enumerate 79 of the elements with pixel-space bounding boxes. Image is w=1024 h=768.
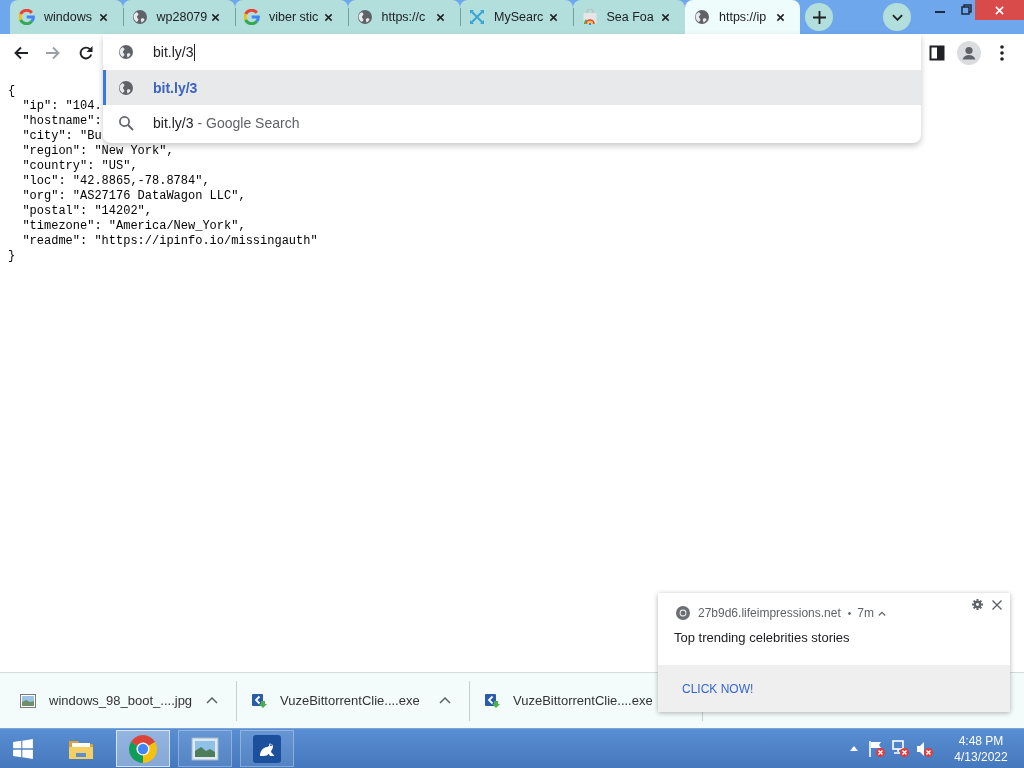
plus-icon [812, 10, 826, 24]
close-icon [995, 5, 1004, 15]
tab[interactable]: viber stic [235, 0, 348, 34]
back-icon[interactable] [13, 44, 29, 61]
caret-up-icon[interactable] [850, 746, 858, 751]
taskbar-button[interactable] [178, 730, 232, 767]
landscape-photo-icon [191, 734, 219, 763]
forward-icon[interactable] [45, 44, 61, 61]
side-panel-icon[interactable] [929, 44, 945, 61]
letter-g-icon [19, 9, 35, 25]
notification-message: Top trending celebrities stories [674, 630, 850, 646]
json-line: "readme": "https://ipinfo.io/missingauth" [22, 234, 318, 249]
close-icon[interactable] [548, 12, 558, 22]
json-line: "timezone": "America/New_York", [22, 219, 246, 234]
reload-icon[interactable] [78, 44, 94, 61]
caret-up-icon[interactable] [877, 610, 886, 616]
letter-g-icon [244, 9, 260, 25]
close-window-button[interactable] [975, 0, 1024, 20]
json-line: "postal": "14202", [22, 204, 152, 219]
restore-icon[interactable] [961, 4, 972, 15]
caret-up-icon[interactable] [206, 697, 218, 704]
json-line: "ip": "104. [22, 99, 102, 114]
globe-icon [356, 9, 373, 25]
crossed-arrows-icon [469, 9, 485, 25]
tab[interactable]: https://ip [685, 0, 800, 34]
search-icon [118, 114, 134, 131]
bag-icon [581, 9, 598, 25]
json-line: "hostname": [22, 114, 102, 129]
tab[interactable]: Sea Foa [572, 0, 685, 34]
caret-up-icon[interactable] [439, 697, 451, 704]
image-file-icon [20, 692, 36, 709]
window-panes-icon [12, 737, 34, 760]
notification-origin: 27b9d6.lifeimpressions.net [698, 606, 841, 620]
globe-icon [118, 79, 134, 96]
clock-date[interactable]: 4/13/2022 [954, 748, 1008, 765]
close-icon[interactable] [98, 12, 108, 22]
suggestion-item[interactable]: bit.ly/3 - Google Search [103, 105, 921, 140]
globe-icon [694, 9, 710, 25]
json-line: "org": "AS27176 DataWagon LLC", [22, 189, 246, 204]
close-icon[interactable] [436, 12, 445, 22]
json-line: { [8, 84, 16, 99]
chevron-down-icon [891, 13, 903, 21]
more-menu-icon[interactable] [1000, 44, 1004, 61]
avatar-icon[interactable] [957, 40, 981, 65]
taskbar-button[interactable] [116, 730, 170, 767]
settings-icon[interactable] [972, 599, 983, 610]
json-line: "city": "Bu [22, 129, 102, 144]
tab[interactable]: windows [10, 0, 123, 34]
json-line: "loc": "42.8865,-78.8784", [22, 174, 210, 189]
globe-icon [131, 9, 148, 25]
color-wheel-icon [129, 734, 157, 763]
tab[interactable]: wp28079 [122, 0, 235, 34]
json-line: "region": "New York", [22, 144, 174, 159]
bullet-separator: • [847, 607, 852, 619]
close-icon[interactable] [323, 12, 333, 22]
tab[interactable]: MySearc [460, 0, 573, 34]
json-line: } [8, 249, 16, 264]
download-item[interactable]: windows_98_boot_....jpg [0, 680, 237, 721]
close-icon[interactable] [776, 12, 785, 22]
close-icon[interactable] [992, 599, 1002, 610]
network-icon[interactable] [892, 739, 910, 758]
installer-icon [251, 692, 267, 709]
new-tab-button[interactable] [805, 3, 833, 31]
flag-icon[interactable] [868, 739, 886, 758]
globe-icon [118, 44, 134, 60]
tab-search-button[interactable] [883, 3, 911, 31]
tab[interactable]: https://c [347, 0, 460, 34]
suggestion-item[interactable]: bit.ly/3 [103, 70, 921, 105]
download-item[interactable]: VuzeBittorrentClie....exe [237, 680, 470, 721]
address-field[interactable]: bit.ly/3 [103, 34, 921, 70]
installer-icon [484, 692, 500, 709]
clock-time[interactable]: 4:48 PM [958, 732, 1004, 749]
close-icon[interactable] [211, 12, 220, 22]
frog-icon [253, 734, 281, 763]
taskbar-button[interactable] [240, 730, 294, 767]
circle-logo-icon [676, 606, 690, 620]
json-line: "country": "US", [22, 159, 138, 174]
close-icon[interactable] [661, 12, 670, 22]
notification-age: 7m [857, 606, 874, 620]
